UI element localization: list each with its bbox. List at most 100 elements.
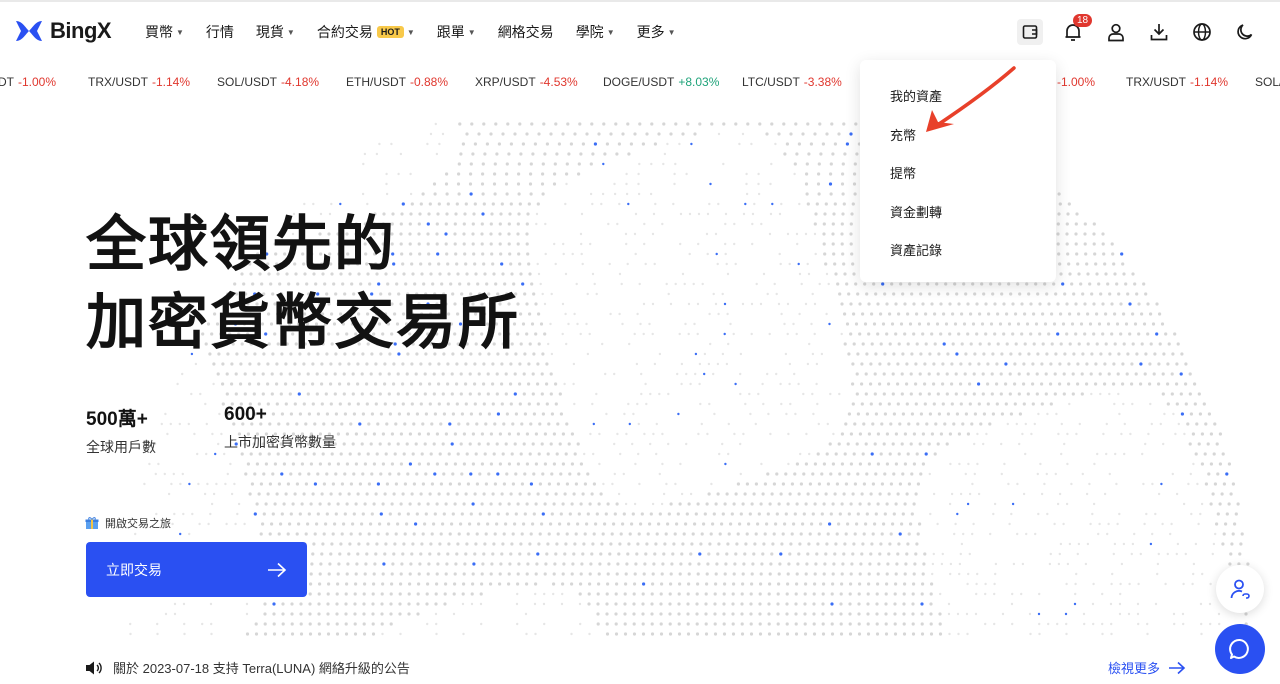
stat-value: 600+ bbox=[224, 404, 267, 425]
download-button[interactable] bbox=[1137, 18, 1180, 46]
ticker-item[interactable]: SOL/USDT -4.18% bbox=[217, 75, 319, 89]
wallet-icon bbox=[1016, 19, 1043, 45]
nav-label: 合約交易 bbox=[316, 24, 373, 40]
user-icon bbox=[1107, 23, 1124, 42]
stat-listed-coins: 600+ 上市加密貨幣數量 bbox=[224, 404, 336, 452]
ticker-change: -4.18% bbox=[281, 75, 320, 89]
chevron-down-icon: ▼ bbox=[667, 27, 676, 37]
trade-now-label: 立即交易 bbox=[106, 561, 162, 578]
nav-markets[interactable]: 行情 bbox=[206, 22, 234, 42]
ticker-change: +8.03% bbox=[678, 75, 720, 89]
chat-bubble-icon bbox=[1229, 638, 1249, 659]
nav-more[interactable]: 更多 ▼ bbox=[637, 22, 676, 42]
stat-label: 全球用戶數 bbox=[86, 439, 156, 455]
nav-grid-trading[interactable]: 網格交易 bbox=[498, 22, 554, 42]
user-link-icon bbox=[1230, 579, 1250, 599]
chevron-down-icon: ▼ bbox=[176, 27, 184, 37]
trading-journey-hint: 開啟交易之旅 bbox=[85, 515, 171, 531]
nav-label: 學院 bbox=[575, 24, 604, 40]
stat-label: 上市加密貨幣數量 bbox=[224, 434, 336, 450]
ticker-pair: TRX/USDT bbox=[1126, 75, 1186, 89]
nav-spot[interactable]: 現貨 ▼ bbox=[256, 22, 295, 42]
ticker-pair: SOL/ bbox=[1255, 75, 1280, 89]
header-actions: 18 bbox=[1008, 14, 1266, 46]
wallet-button[interactable] bbox=[1008, 18, 1051, 46]
ticker-change: -1.14% bbox=[152, 75, 191, 89]
ticker-pair: LTC/USDT bbox=[742, 75, 800, 89]
nav-buy-crypto[interactable]: 買幣 ▼ bbox=[145, 22, 184, 42]
ticker-change: -0.88% bbox=[410, 75, 449, 89]
stat-value: 500萬+ bbox=[86, 409, 148, 430]
menu-item-my-assets[interactable]: 我的資產 bbox=[860, 82, 1056, 121]
announcement-text: 關於 2023-07-18 支持 Terra(LUNA) 網絡升級的公告 bbox=[113, 661, 410, 676]
nav-academy[interactable]: 學院 ▼ bbox=[576, 22, 615, 42]
arrow-right-icon bbox=[1169, 661, 1186, 674]
ticker-pair: ETH/USDT bbox=[346, 75, 406, 89]
announcement-bar[interactable]: 關於 2023-07-18 支持 Terra(LUNA) 網絡升級的公告 bbox=[85, 658, 410, 677]
hero-title-line: 加密貨幣交易所 bbox=[86, 289, 520, 356]
speaker-icon bbox=[86, 661, 102, 674]
chevron-down-icon: ▼ bbox=[286, 27, 295, 37]
ticker-item[interactable]: TRX/USDT -1.14% bbox=[1126, 75, 1228, 89]
nav-label: 行情 bbox=[205, 24, 234, 40]
ticker-item[interactable]: XRP/USDT -4.53% bbox=[475, 75, 578, 89]
main-nav: 買幣 ▼ 行情 現貨 ▼ 合約交易 HOT ▼ 跟單 ▼ 網格交易 學院 ▼ 更多 ▼ bbox=[145, 22, 698, 42]
download-icon bbox=[1150, 24, 1167, 41]
chat-support-button[interactable] bbox=[1215, 624, 1265, 674]
ticker-change: -1.00% bbox=[1057, 75, 1096, 89]
hero-title: 全球領先的 加密貨幣交易所 bbox=[86, 206, 520, 362]
ticker-pair: SOL/USDT bbox=[217, 75, 278, 89]
gift-icon bbox=[85, 517, 99, 529]
arrow-right-icon bbox=[268, 562, 287, 577]
ticker-item[interactable]: -1.00% bbox=[1053, 75, 1095, 89]
view-more-link[interactable]: 檢視更多 bbox=[1108, 658, 1186, 677]
support-agent-button[interactable] bbox=[1216, 565, 1264, 613]
ticker-item[interactable]: ETH/USDT -0.88% bbox=[346, 75, 448, 89]
menu-item-asset-history[interactable]: 資產記錄 bbox=[860, 236, 1056, 275]
ticker-item[interactable]: SOL/ bbox=[1255, 75, 1280, 89]
nav-label: 網格交易 bbox=[497, 24, 554, 40]
nav-futures[interactable]: 合約交易 HOT ▼ bbox=[317, 22, 415, 42]
bingx-logo-icon bbox=[16, 21, 42, 41]
price-ticker: DT -1.00% TRX/USDT -1.14% SOL/USDT -4.18% E… bbox=[0, 66, 1280, 98]
menu-item-withdraw[interactable]: 提幣 bbox=[860, 159, 1056, 198]
ticker-change: -4.53% bbox=[539, 75, 578, 89]
menu-item-transfer[interactable]: 資金劃轉 bbox=[860, 198, 1056, 237]
moon-icon bbox=[1236, 24, 1252, 40]
journey-label: 開啟交易之旅 bbox=[105, 518, 171, 530]
nav-copy-trading[interactable]: 跟單 ▼ bbox=[437, 22, 476, 42]
theme-toggle-button[interactable] bbox=[1223, 18, 1266, 46]
notifications-button[interactable]: 18 bbox=[1051, 14, 1094, 46]
nav-label: 現貨 bbox=[255, 24, 284, 40]
ticker-item[interactable]: TRX/USDT -1.14% bbox=[88, 75, 190, 89]
nav-label: 買幣 bbox=[145, 24, 173, 40]
chevron-down-icon: ▼ bbox=[467, 27, 476, 37]
view-more-label: 檢視更多 bbox=[1107, 661, 1160, 676]
ticker-change: -3.38% bbox=[803, 75, 842, 89]
ticker-item[interactable]: DT -1.00% bbox=[0, 75, 56, 89]
ticker-pair: DOGE/USDT bbox=[603, 75, 675, 89]
trade-now-button[interactable]: 立即交易 bbox=[86, 542, 307, 597]
brand-logo[interactable]: BingX bbox=[14, 18, 112, 44]
nav-label: 更多 bbox=[636, 24, 665, 40]
ticker-pair: TRX/USDT bbox=[88, 75, 148, 89]
ticker-pair: XRP/USDT bbox=[475, 75, 536, 89]
ticker-item[interactable]: DOGE/USDT +8.03% bbox=[603, 75, 719, 89]
ticker-change: -1.14% bbox=[1190, 75, 1229, 89]
ticker-change: -1.00% bbox=[18, 75, 57, 89]
notification-count-badge: 18 bbox=[1073, 14, 1093, 27]
brand-name: BingX bbox=[50, 18, 112, 43]
hot-badge: HOT bbox=[376, 26, 404, 38]
chevron-down-icon: ▼ bbox=[406, 27, 415, 37]
hero-title-line: 全球領先的 bbox=[86, 211, 396, 278]
chevron-down-icon: ▼ bbox=[606, 27, 615, 37]
language-button[interactable] bbox=[1180, 18, 1223, 46]
stat-users: 500萬+ 全球用戶數 bbox=[86, 404, 156, 457]
globe-icon bbox=[1192, 23, 1211, 41]
menu-item-deposit[interactable]: 充幣 bbox=[860, 121, 1056, 160]
ticker-pair: DT bbox=[0, 75, 14, 89]
top-navbar: BingX 買幣 ▼ 行情 現貨 ▼ 合約交易 HOT ▼ 跟單 ▼ 網格交易 學院 ▼ 更… bbox=[0, 0, 1280, 60]
wallet-dropdown-menu: 我的資產 充幣 提幣 資金劃轉 資產記錄 bbox=[860, 60, 1056, 282]
account-button[interactable] bbox=[1094, 18, 1137, 46]
ticker-item[interactable]: LTC/USDT -3.38% bbox=[742, 75, 842, 89]
